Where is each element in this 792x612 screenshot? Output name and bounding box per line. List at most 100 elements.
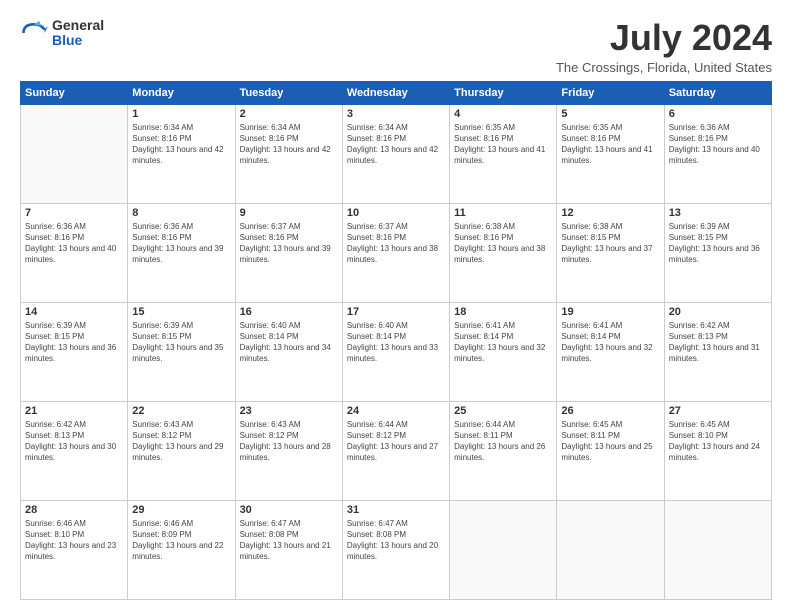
- day-cell-w2d5: 19 Sunrise: 6:41 AMSunset: 8:14 PMDayligh…: [557, 302, 664, 401]
- day-number: 29: [132, 504, 230, 516]
- day-number: 15: [132, 306, 230, 318]
- day-cell-w2d4: 18 Sunrise: 6:41 AMSunset: 8:14 PMDayligh…: [450, 302, 557, 401]
- day-cell-w1d4: 11Sunrise: 6:38 AMSunset: 8:16 PMDayligh…: [450, 203, 557, 302]
- col-sunday: Sunday: [21, 81, 128, 104]
- day-number: 28: [25, 504, 123, 516]
- week-row-2: 7 Sunrise: 6:36 AMSunset: 8:16 PMDaylight…: [21, 203, 772, 302]
- day-cell-w4d2: 30Sunrise: 6:47 AMSunset: 8:08 PMDayligh…: [235, 500, 342, 599]
- day-cell-w2d3: 17Sunrise: 6:40 AMSunset: 8:14 PMDayligh…: [342, 302, 449, 401]
- day-cell-w1d3: 10 Sunrise: 6:37 AMSunset: 8:16 PMDayligh…: [342, 203, 449, 302]
- logo: General Blue: [20, 18, 104, 49]
- day-info: Sunrise: 6:38 AMSunset: 8:15 PMDaylight:…: [561, 221, 659, 266]
- col-saturday: Saturday: [664, 81, 771, 104]
- day-number: 4: [454, 108, 552, 120]
- day-info: Sunrise: 6:36 AMSunset: 8:16 PMDaylight:…: [25, 221, 123, 266]
- day-info: Sunrise: 6:35 AMSunset: 8:16 PMDaylight:…: [454, 122, 552, 167]
- title-block: July 2024 The Crossings, Florida, United…: [556, 18, 772, 75]
- col-wednesday: Wednesday: [342, 81, 449, 104]
- day-info: Sunrise: 6:45 AMSunset: 8:11 PMDaylight:…: [561, 419, 659, 464]
- day-info: Sunrise: 6:42 AMSunset: 8:13 PMDaylight:…: [25, 419, 123, 464]
- day-info: Sunrise: 6:43 AMSunset: 8:12 PMDaylight:…: [240, 419, 338, 464]
- day-number: 21: [25, 405, 123, 417]
- day-number: 11: [454, 207, 552, 219]
- day-cell-w1d5: 12 Sunrise: 6:38 AMSunset: 8:15 PMDayligh…: [557, 203, 664, 302]
- day-number: 7: [25, 207, 123, 219]
- day-cell-w2d0: 14Sunrise: 6:39 AMSunset: 8:15 PMDayligh…: [21, 302, 128, 401]
- page: General Blue July 2024 The Crossings, Fl…: [0, 0, 792, 612]
- day-info: Sunrise: 6:43 AMSunset: 8:12 PMDaylight:…: [132, 419, 230, 464]
- day-number: 3: [347, 108, 445, 120]
- day-info: Sunrise: 6:44 AMSunset: 8:12 PMDaylight:…: [347, 419, 445, 464]
- day-cell-w0d3: 3Sunrise: 6:34 AMSunset: 8:16 PMDaylight…: [342, 104, 449, 203]
- logo-blue-text: Blue: [52, 33, 104, 48]
- day-info: Sunrise: 6:46 AMSunset: 8:10 PMDaylight:…: [25, 518, 123, 563]
- day-cell-w0d4: 4 Sunrise: 6:35 AMSunset: 8:16 PMDaylight…: [450, 104, 557, 203]
- day-info: Sunrise: 6:36 AMSunset: 8:16 PMDaylight:…: [669, 122, 767, 167]
- day-number: 13: [669, 207, 767, 219]
- week-row-3: 14Sunrise: 6:39 AMSunset: 8:15 PMDayligh…: [21, 302, 772, 401]
- day-info: Sunrise: 6:37 AMSunset: 8:16 PMDaylight:…: [240, 221, 338, 266]
- col-thursday: Thursday: [450, 81, 557, 104]
- logo-text: General Blue: [52, 18, 104, 49]
- day-cell-w1d6: 13 Sunrise: 6:39 AMSunset: 8:15 PMDayligh…: [664, 203, 771, 302]
- day-cell-w3d1: 22Sunrise: 6:43 AMSunset: 8:12 PMDayligh…: [128, 401, 235, 500]
- day-info: Sunrise: 6:45 AMSunset: 8:10 PMDaylight:…: [669, 419, 767, 464]
- day-info: Sunrise: 6:41 AMSunset: 8:14 PMDaylight:…: [454, 320, 552, 365]
- day-number: 12: [561, 207, 659, 219]
- day-cell-w3d6: 27 Sunrise: 6:45 AMSunset: 8:10 PMDayligh…: [664, 401, 771, 500]
- day-cell-w0d2: 2Sunrise: 6:34 AMSunset: 8:16 PMDaylight…: [235, 104, 342, 203]
- day-info: Sunrise: 6:35 AMSunset: 8:16 PMDaylight:…: [561, 122, 659, 167]
- day-info: Sunrise: 6:39 AMSunset: 8:15 PMDaylight:…: [25, 320, 123, 365]
- day-cell-w1d0: 7 Sunrise: 6:36 AMSunset: 8:16 PMDaylight…: [21, 203, 128, 302]
- day-info: Sunrise: 6:40 AMSunset: 8:14 PMDaylight:…: [240, 320, 338, 365]
- week-row-5: 28 Sunrise: 6:46 AMSunset: 8:10 PMDayligh…: [21, 500, 772, 599]
- day-cell-w4d1: 29 Sunrise: 6:46 AMSunset: 8:09 PMDayligh…: [128, 500, 235, 599]
- location: The Crossings, Florida, United States: [556, 60, 772, 75]
- day-info: Sunrise: 6:36 AMSunset: 8:16 PMDaylight:…: [132, 221, 230, 266]
- day-info: Sunrise: 6:40 AMSunset: 8:14 PMDaylight:…: [347, 320, 445, 365]
- day-number: 27: [669, 405, 767, 417]
- day-info: Sunrise: 6:46 AMSunset: 8:09 PMDaylight:…: [132, 518, 230, 563]
- day-number: 19: [561, 306, 659, 318]
- day-number: 16: [240, 306, 338, 318]
- week-row-1: 1Sunrise: 6:34 AMSunset: 8:16 PMDaylight…: [21, 104, 772, 203]
- day-info: Sunrise: 6:39 AMSunset: 8:15 PMDaylight:…: [669, 221, 767, 266]
- day-number: 18: [454, 306, 552, 318]
- day-cell-w3d2: 23Sunrise: 6:43 AMSunset: 8:12 PMDayligh…: [235, 401, 342, 500]
- day-info: Sunrise: 6:34 AMSunset: 8:16 PMDaylight:…: [132, 122, 230, 167]
- day-number: 6: [669, 108, 767, 120]
- day-cell-w4d5: [557, 500, 664, 599]
- day-number: 20: [669, 306, 767, 318]
- day-number: 31: [347, 504, 445, 516]
- day-cell-w0d0: [21, 104, 128, 203]
- calendar-header-row: Sunday Monday Tuesday Wednesday Thursday…: [21, 81, 772, 104]
- day-cell-w0d1: 1Sunrise: 6:34 AMSunset: 8:16 PMDaylight…: [128, 104, 235, 203]
- month-title: July 2024: [556, 18, 772, 58]
- day-info: Sunrise: 6:41 AMSunset: 8:14 PMDaylight:…: [561, 320, 659, 365]
- day-cell-w1d1: 8 Sunrise: 6:36 AMSunset: 8:16 PMDaylight…: [128, 203, 235, 302]
- col-monday: Monday: [128, 81, 235, 104]
- day-cell-w4d4: [450, 500, 557, 599]
- day-number: 26: [561, 405, 659, 417]
- day-number: 30: [240, 504, 338, 516]
- day-cell-w1d2: 9 Sunrise: 6:37 AMSunset: 8:16 PMDaylight…: [235, 203, 342, 302]
- day-cell-w3d4: 25Sunrise: 6:44 AMSunset: 8:11 PMDayligh…: [450, 401, 557, 500]
- day-info: Sunrise: 6:39 AMSunset: 8:15 PMDaylight:…: [132, 320, 230, 365]
- day-info: Sunrise: 6:37 AMSunset: 8:16 PMDaylight:…: [347, 221, 445, 266]
- col-friday: Friday: [557, 81, 664, 104]
- day-number: 10: [347, 207, 445, 219]
- day-number: 9: [240, 207, 338, 219]
- day-number: 5: [561, 108, 659, 120]
- day-info: Sunrise: 6:47 AMSunset: 8:08 PMDaylight:…: [347, 518, 445, 563]
- day-info: Sunrise: 6:44 AMSunset: 8:11 PMDaylight:…: [454, 419, 552, 464]
- day-cell-w2d6: 20 Sunrise: 6:42 AMSunset: 8:13 PMDayligh…: [664, 302, 771, 401]
- day-cell-w4d6: [664, 500, 771, 599]
- day-cell-w2d2: 16 Sunrise: 6:40 AMSunset: 8:14 PMDayligh…: [235, 302, 342, 401]
- day-number: 8: [132, 207, 230, 219]
- day-cell-w0d6: 6 Sunrise: 6:36 AMSunset: 8:16 PMDaylight…: [664, 104, 771, 203]
- day-info: Sunrise: 6:42 AMSunset: 8:13 PMDaylight:…: [669, 320, 767, 365]
- calendar: Sunday Monday Tuesday Wednesday Thursday…: [20, 81, 772, 600]
- day-cell-w3d5: 26 Sunrise: 6:45 AMSunset: 8:11 PMDayligh…: [557, 401, 664, 500]
- day-number: 24: [347, 405, 445, 417]
- day-cell-w3d0: 21 Sunrise: 6:42 AMSunset: 8:13 PMDayligh…: [21, 401, 128, 500]
